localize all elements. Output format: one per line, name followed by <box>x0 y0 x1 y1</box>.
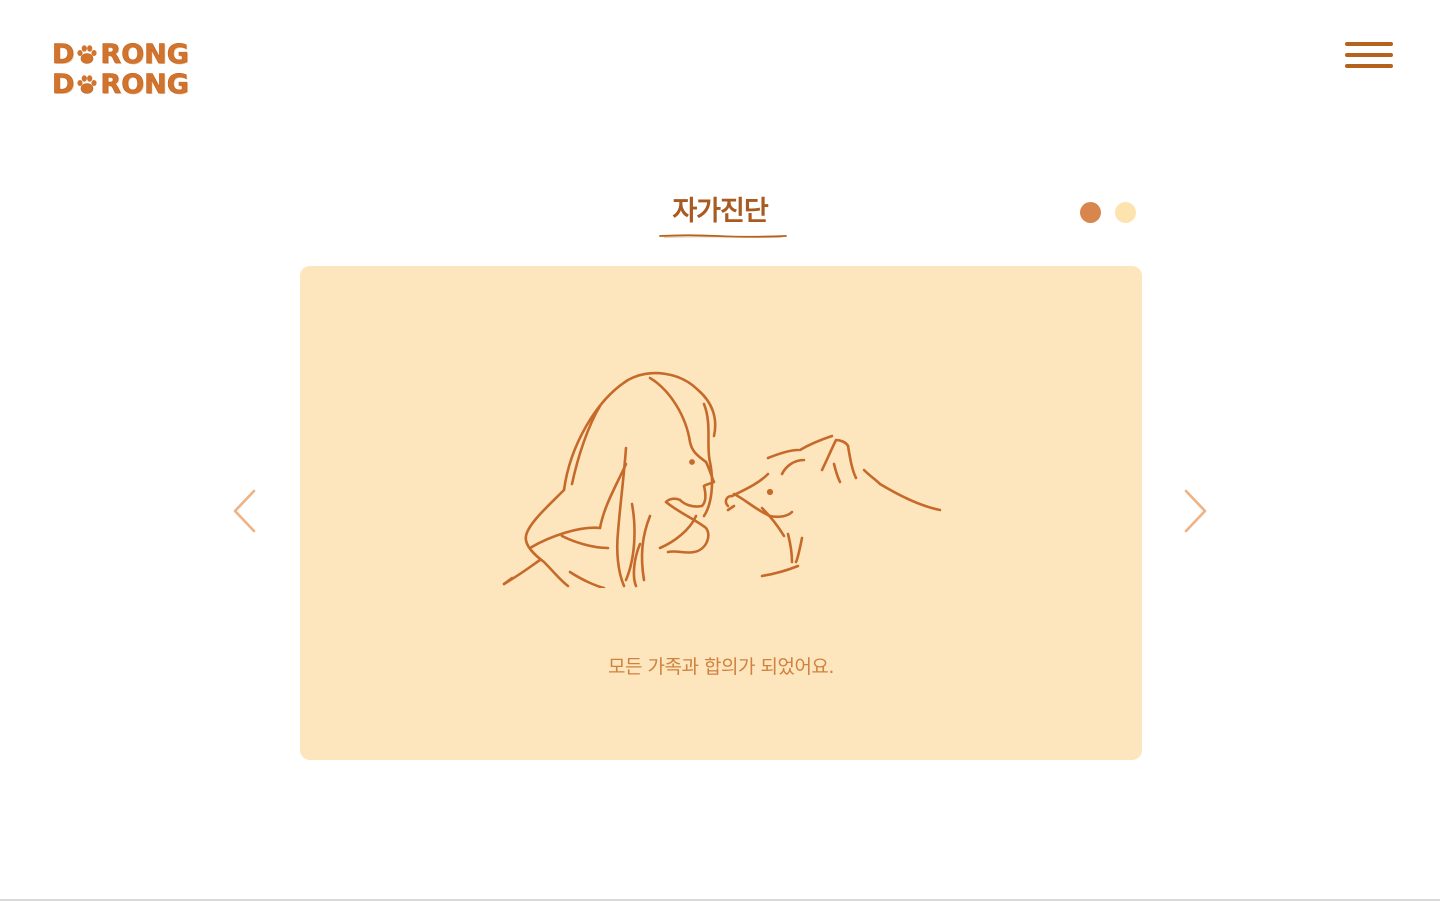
slide-caption: 모든 가족과 합의가 되었어요. <box>608 656 834 678</box>
logo-word: RONG <box>100 69 189 100</box>
logo-word: RONG <box>100 39 189 70</box>
hamburger-icon[interactable] <box>1345 42 1393 70</box>
page: D RONG D RONG 자가진단 모든 가족과 합의가 되었어요. <box>0 0 1440 901</box>
page-title: 자가진단 <box>672 196 768 227</box>
logo-line-2: D RONG <box>52 69 194 100</box>
title-underline <box>659 234 787 238</box>
self-check-card: 모든 가족과 합의가 되었어요. <box>300 266 1142 760</box>
pagination-dot-2[interactable] <box>1115 202 1136 223</box>
logo[interactable]: D RONG D RONG <box>52 39 194 102</box>
hamburger-bar <box>1345 53 1393 57</box>
pagination-dot-1[interactable] <box>1080 202 1101 223</box>
logo-letter: D <box>52 69 75 100</box>
woman-and-dog-illustration <box>502 371 942 588</box>
logo-letter: D <box>52 39 75 70</box>
chevron-left-icon[interactable] <box>230 488 260 534</box>
carousel-pagination <box>1080 202 1136 223</box>
logo-line-1: D RONG <box>52 39 194 70</box>
paw-icon <box>77 45 98 64</box>
hamburger-bar <box>1345 42 1393 46</box>
hamburger-bar <box>1345 64 1393 68</box>
page-title-wrap: 자가진단 <box>620 192 820 238</box>
paw-icon <box>77 75 98 94</box>
chevron-right-icon[interactable] <box>1180 488 1210 534</box>
